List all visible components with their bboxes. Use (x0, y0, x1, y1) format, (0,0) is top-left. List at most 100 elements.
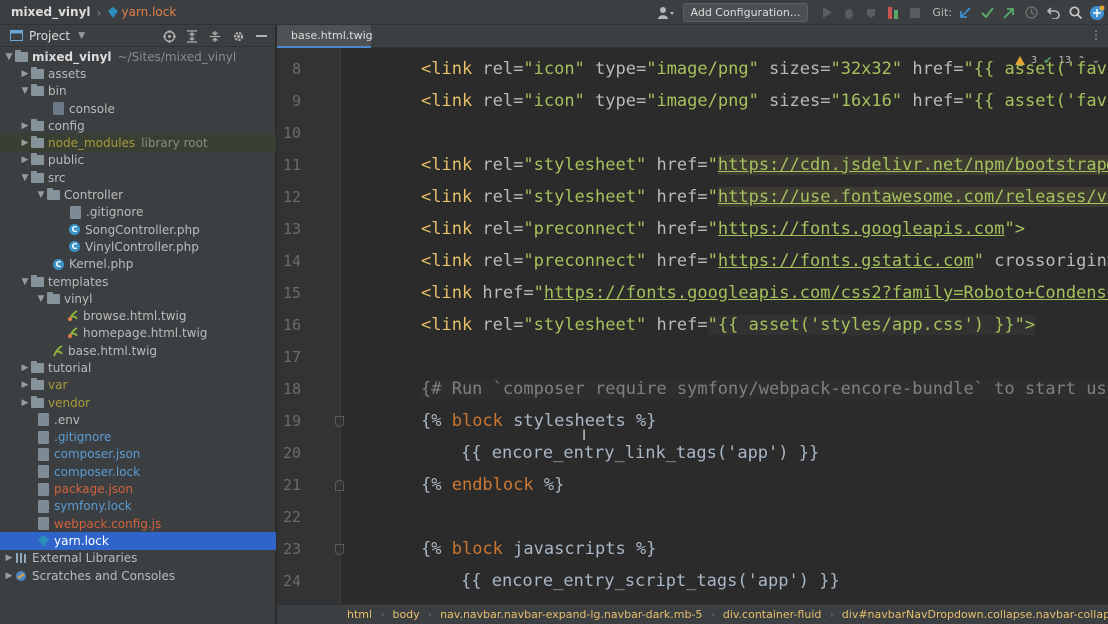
navbar-file-crumb[interactable]: yarn.lock (107, 5, 176, 19)
breadcrumb-item[interactable]: body (392, 608, 419, 621)
add-configuration-button[interactable]: Add Configuration... (682, 3, 809, 22)
tree-node-package-json[interactable]: package.json (0, 480, 276, 497)
tree-node-kernel[interactable]: C Kernel.php (0, 256, 276, 273)
hide-panel-icon[interactable] (251, 26, 271, 46)
gear-icon[interactable] (228, 26, 248, 46)
tree-node-assets[interactable]: ▶ assets (0, 65, 276, 82)
chevron-right-icon[interactable]: ▶ (19, 398, 31, 408)
breadcrumb-item[interactable]: div.container-fluid (723, 608, 822, 621)
chevron-down-icon[interactable]: ▼ (35, 190, 47, 200)
tree-node-root[interactable]: ▼ mixed_vinyl ~/Sites/mixed_vinyl (0, 48, 276, 65)
breadcrumb-item[interactable]: div#navbarNavDropdown.collapse.navbar-co… (842, 608, 1108, 621)
fold-toggle-icon[interactable] (335, 479, 344, 491)
url-link[interactable]: https://fonts.googleapis.com (718, 219, 1005, 239)
chevron-down-icon[interactable]: ▼ (19, 277, 31, 287)
tree-node-homepage[interactable]: homepage.html.twig (0, 325, 276, 342)
tree-node-console[interactable]: console (0, 100, 276, 117)
chevron-down-icon[interactable]: ▼ (19, 86, 31, 96)
search-icon[interactable] (1064, 2, 1086, 24)
code-line: 21 {% endblock %} (277, 469, 1108, 501)
chevron-right-icon[interactable]: ▶ (19, 69, 31, 79)
tree-node-node-modules[interactable]: ▶ node_modules library root (0, 134, 276, 152)
ide-updates-icon[interactable] (1086, 2, 1108, 24)
tree-node-tutorial[interactable]: ▶ tutorial (0, 359, 276, 376)
tree-node-label: mixed_vinyl (32, 49, 112, 64)
url-link[interactable]: https://fonts.gstatic.com (718, 251, 974, 271)
url-link[interactable]: https://cdn.jsdelivr.net/npm/bootstrap@5… (717, 155, 1108, 175)
tree-node-composer-lock[interactable]: composer.lock (0, 463, 276, 480)
token: href= (472, 283, 534, 303)
more-options-icon[interactable]: ⋮ (1090, 28, 1102, 42)
profile-icon[interactable] (882, 2, 904, 24)
chevron-down-icon[interactable]: ▼ (78, 31, 85, 41)
tree-node-vinyl[interactable]: ▼ vinyl (0, 290, 276, 307)
tree-node-base-twig[interactable]: base.html.twig (0, 342, 276, 359)
git-commit-icon[interactable] (976, 2, 998, 24)
coverage-icon[interactable] (860, 2, 882, 24)
chevron-down-icon[interactable]: ▼ (3, 52, 15, 62)
token: " (707, 219, 718, 239)
collapse-all-icon[interactable] (205, 26, 225, 46)
url-link[interactable]: https://use.fontawesome.com/releases/v5.… (717, 187, 1108, 207)
chevron-right-icon[interactable]: ▶ (3, 571, 15, 581)
history-icon[interactable] (1020, 2, 1042, 24)
tree-node-symfony-lock[interactable]: symfony.lock (0, 498, 276, 515)
expand-all-icon[interactable] (182, 26, 202, 46)
token: javascripts (502, 539, 626, 559)
tree-node-public[interactable]: ▶ public (0, 152, 276, 169)
tab-base-html-twig[interactable]: base.html.twig (277, 25, 373, 48)
chevron-right-icon[interactable]: ▶ (19, 121, 31, 131)
code-line: 12 <link rel="stylesheet" href="https://… (277, 181, 1108, 213)
stop-icon[interactable] (904, 2, 926, 24)
tree-node-controller[interactable]: ▼ Controller (0, 186, 276, 203)
chevron-right-icon[interactable]: ▶ (19, 380, 31, 390)
tree-node-root-gitignore[interactable]: .gitignore (0, 429, 276, 446)
file-icon (38, 413, 49, 427)
breadcrumb-separator: › (380, 608, 385, 621)
tree-node-songcontroller[interactable]: C SongController.php (0, 221, 276, 238)
debug-icon[interactable] (838, 2, 860, 24)
code-line: 24 {{ encore_entry_script_tags('app') }} (277, 565, 1108, 597)
chevron-right-icon[interactable]: ▶ (19, 155, 31, 165)
tree-node-vinylcontroller[interactable]: C VinylController.php (0, 238, 276, 255)
chevron-right-icon[interactable]: ▶ (3, 553, 15, 563)
breadcrumb-separator: › (829, 608, 834, 621)
tree-node-vendor[interactable]: ▶ vendor (0, 394, 276, 411)
chevron-right-icon[interactable]: ▶ (19, 138, 31, 148)
user-icon[interactable] (655, 2, 677, 24)
rollback-icon[interactable] (1042, 2, 1064, 24)
run-icon[interactable] (816, 2, 838, 24)
tree-node-bin[interactable]: ▼ bin (0, 83, 276, 100)
tree-node-browse[interactable]: browse.html.twig (0, 307, 276, 324)
tree-node-env[interactable]: .env (0, 411, 276, 428)
locate-icon[interactable] (159, 26, 179, 46)
tree-node-webpack-config[interactable]: webpack.config.js (0, 515, 276, 532)
breadcrumb-item[interactable]: nav.navbar.navbar-expand-lg.navbar-dark.… (440, 608, 702, 621)
code-line: 11 <link rel="stylesheet" href="https://… (277, 149, 1108, 181)
tree-node-controller-gitignore[interactable]: .gitignore (0, 204, 276, 221)
code-text: <link rel="icon" type="image/png" sizes=… (421, 59, 1108, 79)
navbar-project-crumb[interactable]: mixed_vinyl (11, 5, 91, 19)
tree-node-external-libraries[interactable]: ▶ External Libraries (0, 550, 276, 567)
url-link[interactable]: https://fonts.googleapis.com/css2?family… (544, 283, 1108, 303)
tab-label: base.html.twig (291, 29, 373, 42)
git-push-icon[interactable] (998, 2, 1020, 24)
tree-node-yarn-lock[interactable]: yarn.lock (0, 532, 276, 550)
tree-node-var[interactable]: ▶ var (0, 377, 276, 394)
fold-toggle-icon[interactable] (335, 543, 344, 555)
tree-node-src[interactable]: ▼ src (0, 169, 276, 186)
breadcrumb-item[interactable]: html (347, 608, 372, 621)
tree-node-templates[interactable]: ▼ templates (0, 273, 276, 290)
tree-node-composer-json[interactable]: composer.json (0, 446, 276, 463)
code-editor[interactable]: 3 ✔ 13 ⌃ ⌄ 8 <link rel="icon" type="imag… (277, 48, 1108, 604)
chevron-down-icon[interactable]: ▼ (35, 294, 47, 304)
tree-node-label: src (48, 170, 66, 185)
tree-node-scratches[interactable]: ▶ Scratches and Consoles (0, 567, 276, 584)
text-cursor-icon: I (582, 428, 587, 444)
git-update-icon[interactable] (954, 2, 976, 24)
tree-node-config[interactable]: ▶ config (0, 117, 276, 134)
fold-toggle-icon[interactable] (335, 415, 344, 427)
project-panel-title[interactable]: Project (29, 29, 70, 43)
chevron-down-icon[interactable]: ▼ (19, 173, 31, 183)
chevron-right-icon[interactable]: ▶ (19, 363, 31, 373)
